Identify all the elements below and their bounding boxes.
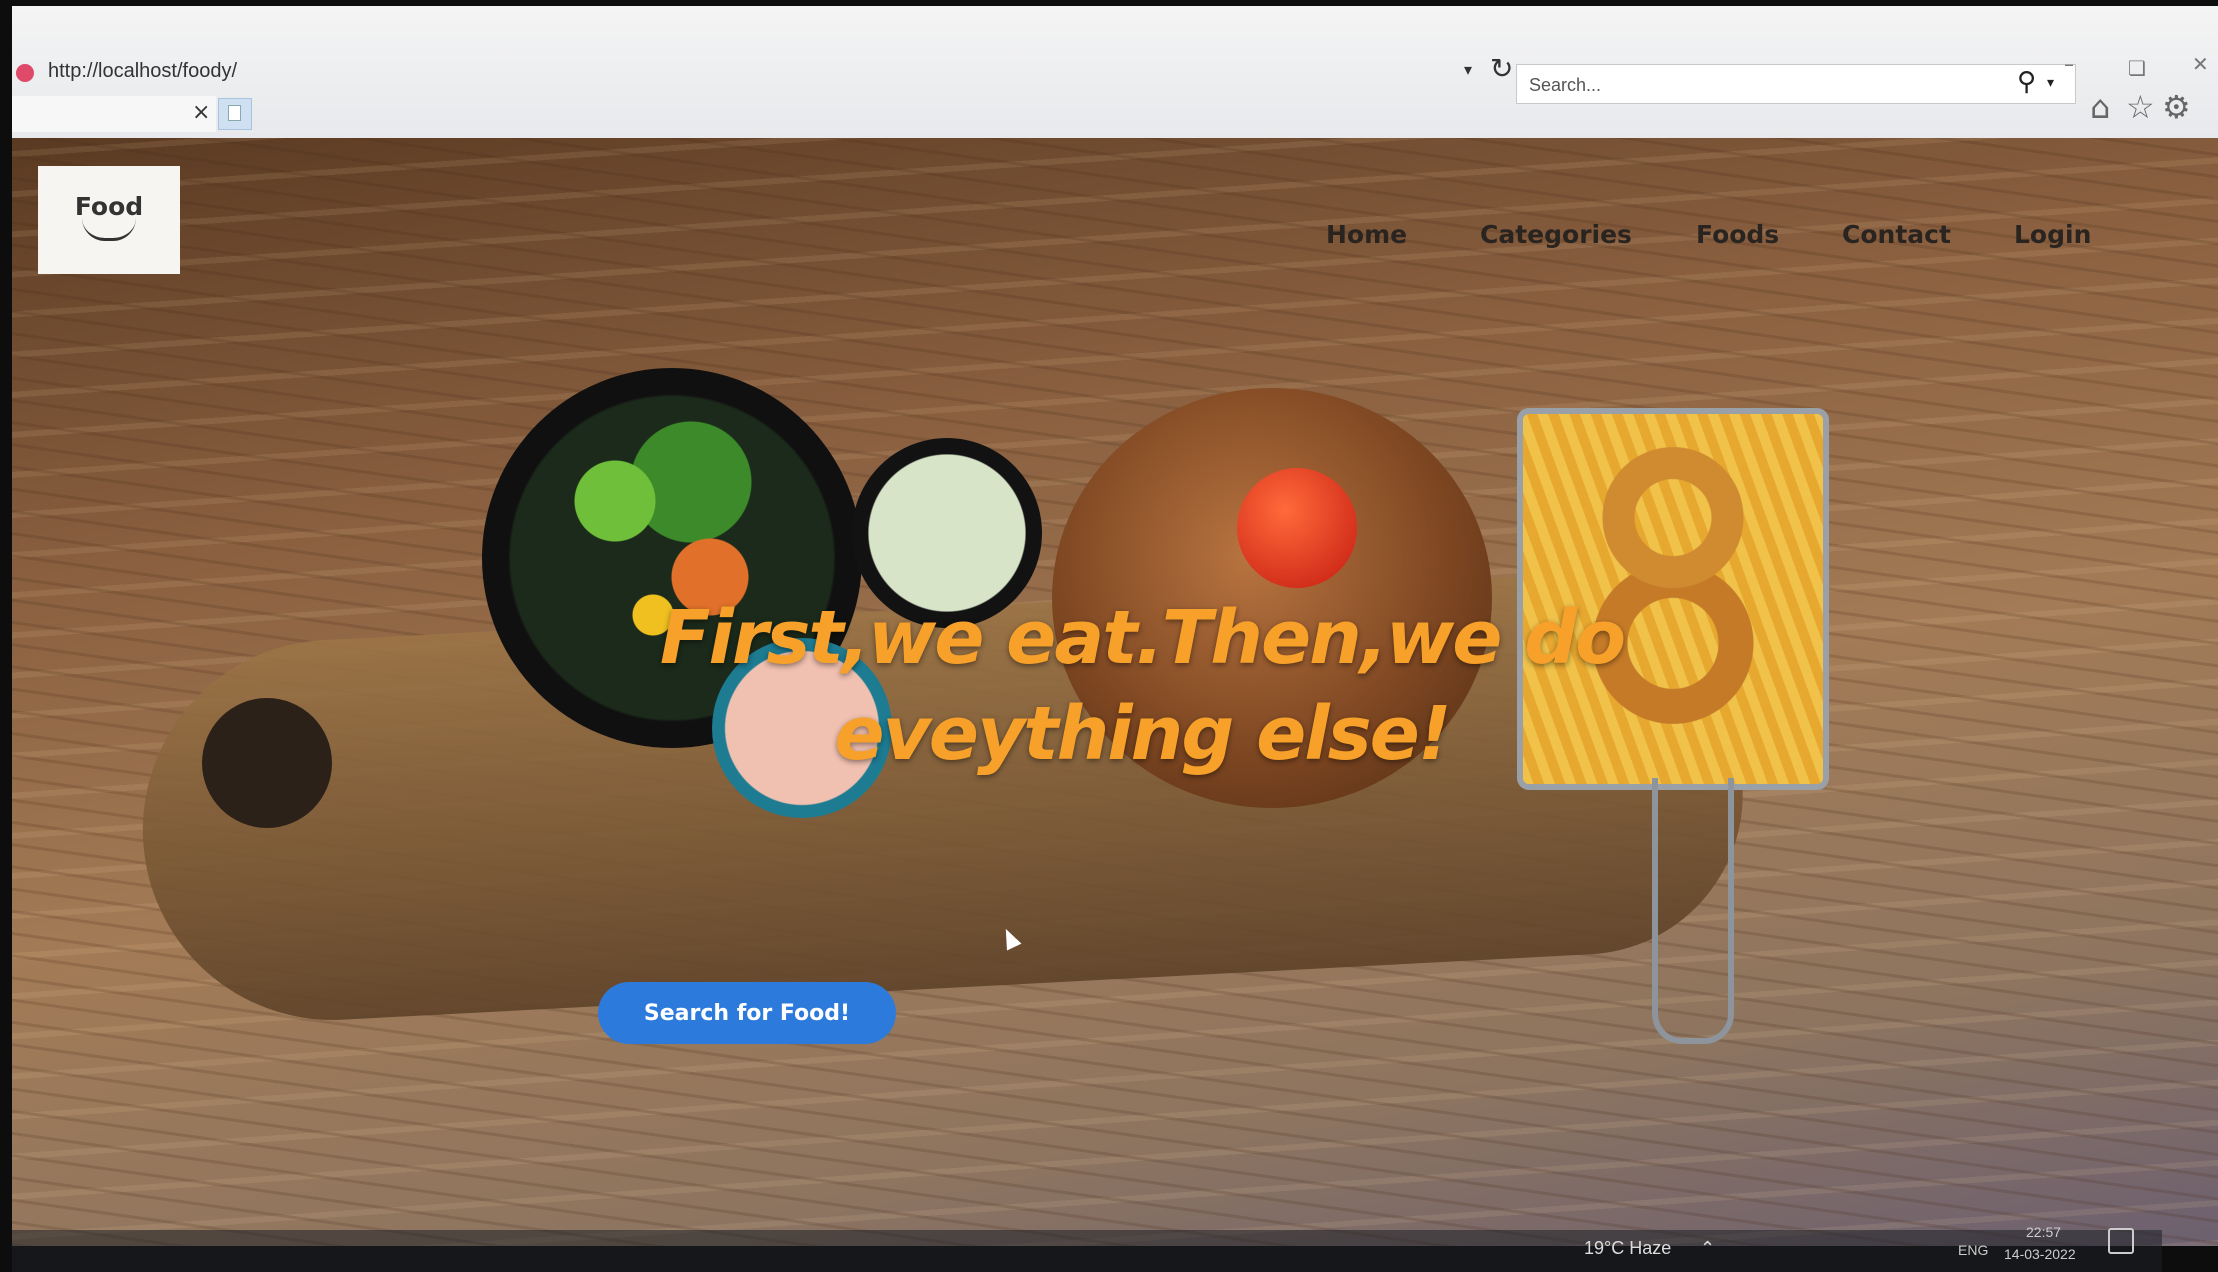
taskbar: [12, 1230, 2162, 1272]
logo-smile-icon: [82, 218, 136, 241]
hero-heading: First,we eat.Then,we do eveything else!: [482, 590, 1802, 782]
screen: http://localhost/foody/ ▾ ↻ ⚲ ▾ ⌂ ☆ ⚙ – …: [0, 0, 2218, 1272]
search-dropdown-icon[interactable]: ▾: [2047, 75, 2054, 91]
restore-icon[interactable]: ❏: [2128, 56, 2146, 80]
new-tab-icon: [228, 105, 241, 121]
site-favicon-icon: [16, 64, 34, 82]
address-bar[interactable]: http://localhost/foody/ ▾ ↻: [12, 50, 1527, 94]
weather-widget[interactable]: 19°C Haze: [1584, 1238, 1671, 1259]
web-page: Food Home Categories Foods Contact Login…: [12, 138, 2218, 1246]
notification-icon[interactable]: [2108, 1228, 2134, 1254]
hero-line-2: eveything else!: [834, 691, 1451, 777]
logo-text: Food: [74, 192, 144, 221]
favorites-star-icon[interactable]: ☆: [2126, 88, 2155, 126]
tray-chevron-icon[interactable]: ⌃: [1700, 1238, 1715, 1259]
nav-login[interactable]: Login: [2014, 220, 2091, 249]
nav-foods[interactable]: Foods: [1696, 220, 1779, 249]
nav-categories[interactable]: Categories: [1480, 220, 1632, 249]
address-dropdown-icon[interactable]: ▾: [1464, 60, 1472, 79]
home-icon[interactable]: ⌂: [2090, 88, 2110, 126]
address-url[interactable]: http://localhost/foody/: [48, 60, 237, 83]
browser-search-box[interactable]: ⚲ ▾: [1516, 64, 2076, 104]
browser-search-input[interactable]: [1527, 71, 1991, 99]
new-tab-button[interactable]: [218, 98, 252, 130]
minimize-icon[interactable]: –: [2064, 52, 2074, 76]
nav-contact[interactable]: Contact: [1842, 220, 1951, 249]
search-icon[interactable]: ⚲: [2017, 67, 2036, 97]
board-handle-hole: [202, 698, 332, 828]
tomato-image: [1237, 468, 1357, 588]
hero-line-1: First,we eat.Then,we do: [659, 595, 1626, 681]
clock-date[interactable]: 14-03-2022: [2004, 1246, 2076, 1262]
settings-gear-icon[interactable]: ⚙: [2162, 88, 2191, 126]
close-window-icon[interactable]: ✕: [2192, 52, 2209, 76]
refresh-icon[interactable]: ↻: [1490, 52, 1513, 85]
search-for-food-button[interactable]: Search for Food!: [598, 982, 896, 1044]
clock-time[interactable]: 22:57: [2026, 1224, 2061, 1240]
nav-home[interactable]: Home: [1326, 220, 1407, 249]
basket-handle-image: [1652, 778, 1734, 1044]
language-indicator[interactable]: ENG: [1958, 1242, 1988, 1258]
tab-close-icon[interactable]: ×: [192, 100, 210, 125]
browser-tab[interactable]: ×: [12, 96, 216, 132]
site-logo[interactable]: Food: [38, 166, 180, 274]
